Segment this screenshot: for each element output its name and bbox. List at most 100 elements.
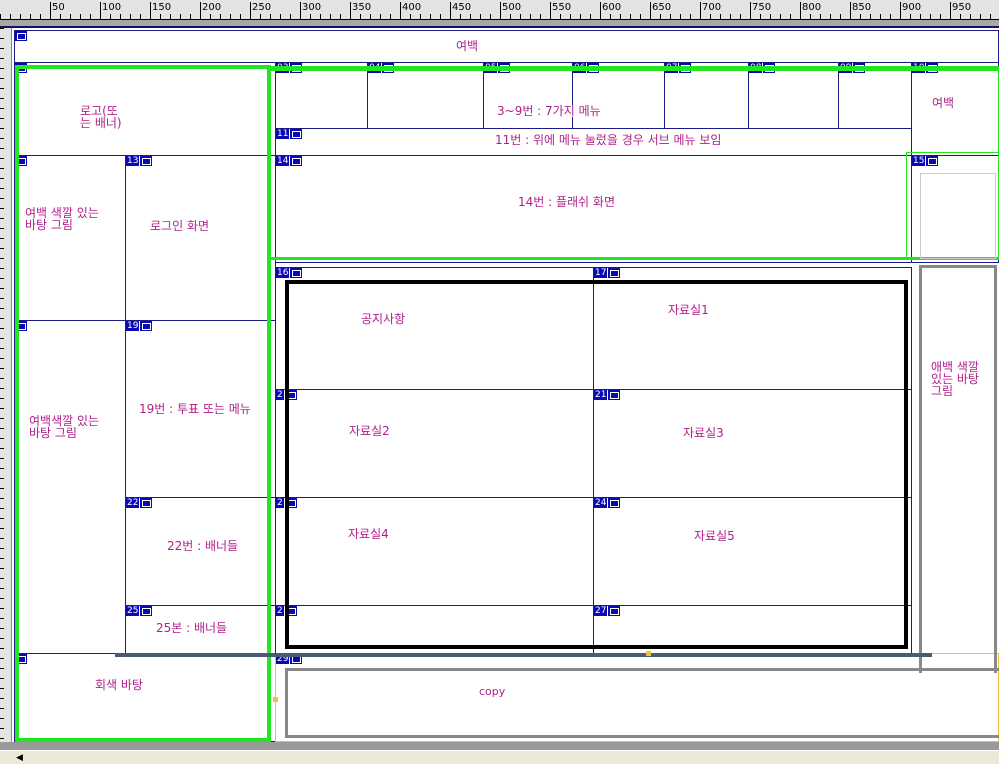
layout-cell-menu[interactable]: 04: [367, 62, 484, 129]
ruler-mark: 900: [900, 2, 921, 19]
horizontal-scrollbar[interactable]: ◀: [0, 750, 999, 764]
layout-cell-11[interactable]: 11 11번 : 위에 메뉴 눌렀을 경우 서브 메뉴 보임: [275, 128, 912, 156]
layout-cell-10[interactable]: 10 여백: [911, 62, 999, 156]
layout-cell-16[interactable]: 16 공지사항: [275, 267, 594, 390]
layout-cell-13[interactable]: 13 로그인 화면: [125, 155, 276, 321]
cell-number: 13: [126, 156, 140, 166]
layout-cell-15[interactable]: 15: [911, 155, 999, 263]
cell-tag[interactable]: 27: [594, 606, 621, 616]
layout-cell-menu[interactable]: 07: [664, 62, 749, 129]
layout-cell-20[interactable]: 2 자료실2: [275, 389, 594, 498]
layout-cell-18[interactable]: 여백색깔 있는 바탕 그림: [14, 320, 126, 654]
cell-tag[interactable]: 15: [912, 156, 939, 166]
image-icon: [15, 654, 27, 664]
cell-tag[interactable]: [15, 156, 27, 166]
cell-number: 22: [126, 498, 140, 508]
cell-number: 05: [484, 63, 498, 73]
cell-tag[interactable]: 17: [594, 268, 621, 278]
cell-tag[interactable]: 14: [276, 156, 303, 166]
layout-cell-menu[interactable]: 08: [748, 62, 839, 129]
layout-cell-14[interactable]: 14 14번 : 플래쉬 화면: [275, 155, 912, 263]
cell-tag[interactable]: 2: [276, 390, 297, 400]
cell-label: 14번 : 플래쉬 화면: [518, 195, 615, 209]
cell-label: 22번 : 배너들: [167, 539, 239, 553]
cell-tag[interactable]: [15, 654, 27, 664]
cell-number: 07: [665, 63, 679, 73]
layout-cell-logo[interactable]: 로고(또 는 배너): [14, 62, 276, 156]
cell-tag[interactable]: 21: [594, 390, 621, 400]
cell-tag[interactable]: 05: [484, 63, 511, 73]
image-icon: [140, 321, 153, 331]
cell-tag[interactable]: 06: [573, 63, 600, 73]
ruler-mark: 750: [750, 2, 771, 19]
cell-number: 04: [368, 63, 382, 73]
layout-cell-12[interactable]: 여백 색깔 있는 바탕 그림: [14, 155, 126, 321]
cell-number: 2: [276, 390, 284, 400]
image-icon: [608, 268, 621, 278]
cell-tag[interactable]: 13: [126, 156, 153, 166]
layout-cell-menu[interactable]: 06: [572, 62, 665, 129]
page-bottom-margin: [0, 742, 999, 750]
layout-cell-menu[interactable]: 05: [483, 62, 573, 129]
cell-label: 자료실4: [348, 527, 389, 541]
cell-tag[interactable]: [15, 321, 27, 331]
image-icon: [853, 63, 866, 73]
cell-tag[interactable]: 09: [839, 63, 866, 73]
layout-cell-29[interactable]: 29 copy: [275, 653, 999, 742]
layout-cell-28[interactable]: 회색 바탕: [14, 653, 276, 742]
layout-cell-25[interactable]: 25 25본 : 배너들: [125, 605, 276, 654]
cell-tag[interactable]: 07: [665, 63, 692, 73]
image-icon: [763, 63, 776, 73]
cell-number: 10: [912, 63, 926, 73]
layout-cell-22[interactable]: 22 22번 : 배너들: [125, 497, 276, 606]
menu-label: 3~9번 : 7가지 메뉴: [497, 104, 601, 118]
layout-cell-21[interactable]: 21 자료실3: [593, 389, 912, 498]
layout-cell-19[interactable]: 19 19번 : 투표 또는 메뉴: [125, 320, 276, 498]
cell-tag[interactable]: [15, 63, 27, 73]
cell-tag[interactable]: 19: [126, 321, 153, 331]
cell-tag[interactable]: 11: [276, 129, 303, 139]
layout-cell-23[interactable]: 2 자료실4: [275, 497, 594, 606]
cell-label: 자료실2: [349, 424, 390, 438]
ruler-mark: 500: [500, 2, 521, 19]
layout-cell-27[interactable]: 27: [593, 605, 912, 654]
cell-number: 21: [594, 390, 608, 400]
image-icon: [679, 63, 692, 73]
cell-tag[interactable]: 16: [276, 268, 303, 278]
ruler-mark: 800: [800, 2, 821, 19]
cell-label: 회색 바탕: [95, 678, 143, 692]
cell-tag[interactable]: 25: [126, 606, 153, 616]
cell-tag[interactable]: 2: [276, 498, 297, 508]
cell-number: 03: [276, 63, 290, 73]
layout-cell-menu[interactable]: 09: [838, 62, 912, 129]
scroll-left-arrow-icon[interactable]: ◀: [16, 753, 23, 763]
cell-number: 11: [276, 129, 290, 139]
ruler-mark: 150: [150, 2, 171, 19]
cell-tag[interactable]: 2: [276, 606, 297, 616]
ruler-mark: 350: [350, 2, 371, 19]
cell-tag[interactable]: 08: [749, 63, 776, 73]
ruler-mark: 600: [600, 2, 621, 19]
page-top-margin: [0, 20, 999, 28]
layout-cell-26[interactable]: 2: [275, 605, 594, 654]
layout-cell-17[interactable]: 17 자료실1: [593, 267, 912, 390]
image-icon: [608, 390, 621, 400]
vertical-ruler: [0, 28, 12, 750]
cell-number: 15: [912, 156, 926, 166]
layout-cell-24[interactable]: 24 자료실5: [593, 497, 912, 606]
image-icon: [290, 63, 303, 73]
cell-label: copy: [479, 685, 506, 698]
cell-tag[interactable]: 10: [912, 63, 939, 73]
image-icon: [15, 63, 27, 73]
image-icon: [290, 129, 303, 139]
cell-tag[interactable]: 29: [276, 654, 303, 664]
cell-label: 여백 색깔 있는 바탕 그림: [25, 206, 99, 232]
cell-tag[interactable]: 04: [368, 63, 395, 73]
cell-tag[interactable]: 03: [276, 63, 303, 73]
cell-tag[interactable]: [15, 31, 27, 41]
layout-cell-top-margin[interactable]: 여백: [14, 30, 999, 63]
layout-cell-menu[interactable]: 03: [275, 62, 368, 129]
layout-cell-right-margin[interactable]: 애백 색깔 있는 바탕 그림: [911, 262, 999, 654]
cell-tag[interactable]: 24: [594, 498, 621, 508]
cell-tag[interactable]: 22: [126, 498, 153, 508]
